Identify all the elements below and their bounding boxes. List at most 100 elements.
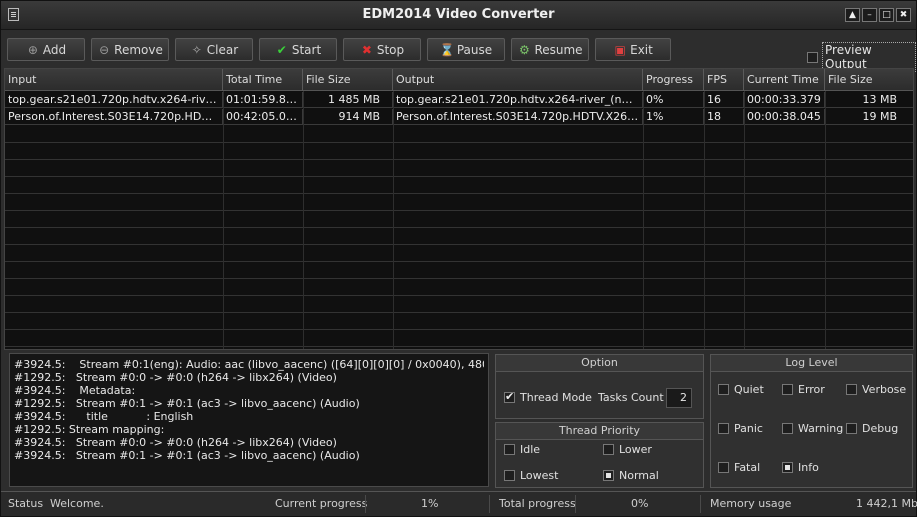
grid-column-line bbox=[704, 91, 705, 349]
table-row[interactable]: Person.of.Interest.S03E14.720p.HDTV.X264… bbox=[5, 109, 913, 125]
task-table[interactable]: Input Total Time File Size Output Progre… bbox=[4, 68, 914, 350]
title-bar[interactable]: EDM2014 Video Converter ▲ – □ ✖ bbox=[1, 1, 916, 30]
grid-line bbox=[5, 193, 913, 194]
thread-mode-checkbox[interactable] bbox=[504, 390, 515, 403]
log-warning-radio[interactable] bbox=[782, 423, 793, 434]
stop-button[interactable]: ✖ Stop bbox=[343, 38, 421, 61]
cell-total-time: 00:42:05.097 bbox=[223, 109, 303, 125]
priority-normal-radio[interactable] bbox=[603, 470, 614, 481]
column-header-output-file-size[interactable]: File Size bbox=[825, 69, 913, 91]
log-line: #3924.5: Metadata: bbox=[14, 384, 136, 397]
grid-line bbox=[5, 210, 913, 211]
memory-usage-value: 1 442,1 Mb bbox=[856, 497, 917, 510]
log-level-panel: Log Level Quiet Error Verbose Panic Warn… bbox=[710, 354, 913, 488]
priority-lowest-radio[interactable] bbox=[504, 470, 515, 481]
option-panel-title: Option bbox=[496, 355, 703, 372]
log-quiet-label: Quiet bbox=[734, 383, 764, 396]
priority-lowest-option[interactable]: Lowest bbox=[504, 469, 558, 482]
pause-button[interactable]: ⌛ Pause bbox=[427, 38, 505, 61]
log-info-radio[interactable] bbox=[782, 462, 793, 473]
log-debug-option[interactable]: Debug bbox=[846, 422, 898, 435]
column-header-current-time[interactable]: Current Time bbox=[744, 69, 825, 91]
priority-lower-label: Lower bbox=[619, 443, 652, 456]
log-fatal-option[interactable]: Fatal bbox=[718, 461, 760, 474]
grid-line bbox=[5, 159, 913, 160]
log-debug-radio[interactable] bbox=[846, 423, 857, 434]
log-panic-option[interactable]: Panic bbox=[718, 422, 763, 435]
priority-lower-radio[interactable] bbox=[603, 444, 614, 455]
priority-idle-radio[interactable] bbox=[504, 444, 515, 455]
column-header-total-time[interactable]: Total Time bbox=[223, 69, 303, 91]
priority-idle-label: Idle bbox=[520, 443, 541, 456]
exit-door-icon: ▣ bbox=[614, 42, 626, 57]
log-line: #1292.5: Stream mapping: bbox=[14, 423, 165, 436]
total-progress-label: Total progress bbox=[499, 497, 576, 510]
status-bar: Status Welcome. Current progress 1% Tota… bbox=[1, 491, 917, 516]
log-verbose-option[interactable]: Verbose bbox=[846, 383, 906, 396]
log-warning-option[interactable]: Warning bbox=[782, 422, 843, 435]
column-header-fps[interactable]: FPS bbox=[704, 69, 744, 91]
column-header-output[interactable]: Output bbox=[393, 69, 643, 91]
thread-priority-panel: Thread Priority Idle Lower Lowest Normal bbox=[495, 422, 704, 488]
minus-circle-icon: ⊖ bbox=[99, 42, 110, 57]
resume-label: Resume bbox=[534, 42, 583, 57]
stop-x-icon: ✖ bbox=[361, 42, 372, 57]
priority-idle-option[interactable]: Idle bbox=[504, 443, 540, 456]
exit-button[interactable]: ▣ Exit bbox=[595, 38, 671, 61]
add-button[interactable]: ⊕ Add bbox=[7, 38, 85, 61]
log-verbose-label: Verbose bbox=[862, 383, 907, 396]
log-error-option[interactable]: Error bbox=[782, 383, 825, 396]
status-divider bbox=[700, 495, 701, 513]
log-error-radio[interactable] bbox=[782, 384, 793, 395]
cell-file-size: 914 MB bbox=[303, 109, 393, 125]
log-verbose-radio[interactable] bbox=[846, 384, 857, 395]
clear-button[interactable]: ✧ Clear bbox=[175, 38, 253, 61]
log-panic-radio[interactable] bbox=[718, 423, 729, 434]
cell-progress: 0% bbox=[643, 92, 704, 108]
log-debug-label: Debug bbox=[862, 422, 899, 435]
minimize-button[interactable]: ▲ bbox=[845, 8, 860, 22]
column-header-progress[interactable]: Progress bbox=[643, 69, 704, 91]
priority-normal-option[interactable]: Normal bbox=[603, 469, 659, 482]
window-title: EDM2014 Video Converter bbox=[362, 7, 555, 22]
cell-input: top.gear.s21e01.720p.hdtv.x264-river.mkv bbox=[5, 92, 223, 108]
log-fatal-radio[interactable] bbox=[718, 462, 729, 473]
restore-button[interactable]: – bbox=[862, 8, 877, 22]
log-output[interactable]: #3924.5: Stream #0:1(eng): Audio: aac (l… bbox=[9, 353, 489, 487]
log-quiet-radio[interactable] bbox=[718, 384, 729, 395]
thread-priority-title: Thread Priority bbox=[496, 423, 703, 440]
tasks-count-input[interactable]: 2 bbox=[666, 388, 692, 408]
log-info-option[interactable]: Info bbox=[782, 461, 819, 474]
add-label: Add bbox=[42, 42, 67, 57]
preview-output-checkbox[interactable] bbox=[807, 51, 818, 63]
cell-output-file-size: 13 MB bbox=[862, 93, 897, 106]
current-progress-value: 1% bbox=[421, 497, 439, 510]
grid-line bbox=[5, 142, 913, 143]
status-divider bbox=[575, 495, 576, 513]
remove-button[interactable]: ⊖ Remove bbox=[91, 38, 169, 61]
thread-mode-toggle[interactable]: Thread Mode bbox=[504, 390, 592, 404]
log-line: #1292.5: Stream #0:0 -> #0:0 (h264 -> li… bbox=[14, 371, 337, 384]
start-button[interactable]: ✔ Start bbox=[259, 38, 337, 61]
stop-label: Stop bbox=[376, 42, 405, 57]
maximize-button[interactable]: □ bbox=[879, 8, 894, 22]
status-divider bbox=[365, 495, 366, 513]
log-line: #3924.5: Stream #0:0 -> #0:0 (h264 -> li… bbox=[14, 436, 337, 449]
column-header-input[interactable]: Input bbox=[5, 69, 223, 91]
status-text: Welcome. bbox=[50, 497, 104, 510]
cell-progress: 1% bbox=[643, 109, 704, 125]
priority-lower-option[interactable]: Lower bbox=[603, 443, 652, 456]
grid-line bbox=[5, 295, 913, 296]
log-quiet-option[interactable]: Quiet bbox=[718, 383, 764, 396]
table-row[interactable]: top.gear.s21e01.720p.hdtv.x264-river.mkv… bbox=[5, 92, 913, 108]
grid-column-line bbox=[393, 91, 394, 349]
hourglass-icon: ⌛ bbox=[439, 42, 455, 57]
log-level-title: Log Level bbox=[711, 355, 912, 372]
resume-button[interactable]: ⚙ Resume bbox=[511, 38, 589, 61]
grid-line bbox=[5, 261, 913, 262]
column-header-file-size[interactable]: File Size bbox=[303, 69, 393, 91]
log-fatal-label: Fatal bbox=[734, 461, 761, 474]
pause-label: Pause bbox=[456, 42, 493, 57]
log-line: #3924.5: Stream #0:1(eng): Audio: aac (l… bbox=[14, 358, 484, 371]
close-button[interactable]: ✖ bbox=[896, 8, 911, 22]
